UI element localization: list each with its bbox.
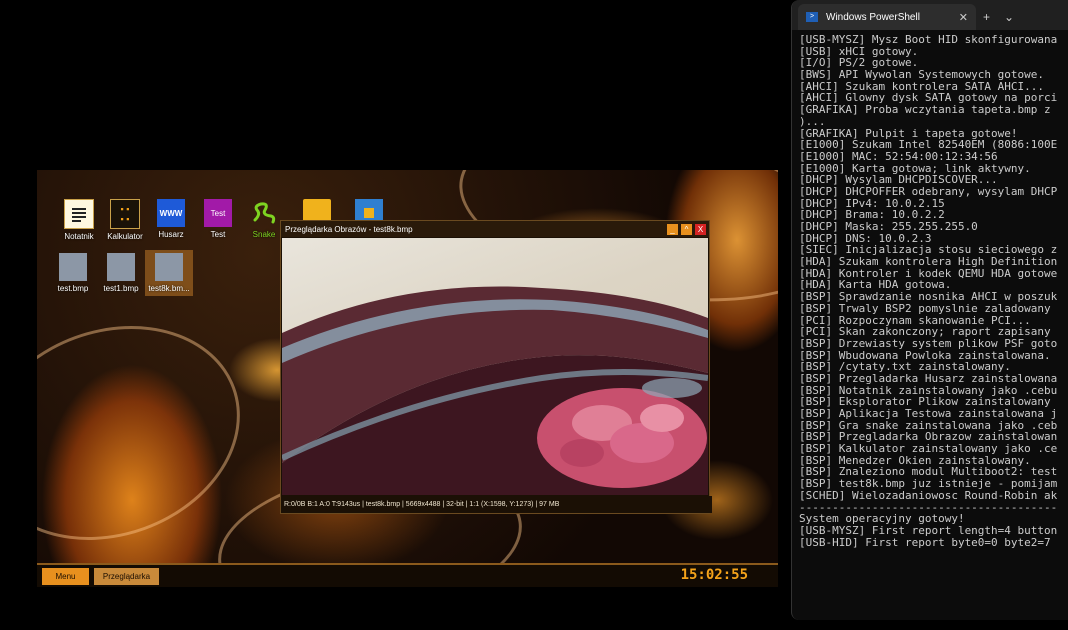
console-line: [BSP] Sprawdzanie nosnika AHCI w poszuk xyxy=(799,291,1058,303)
bmp-file-icon xyxy=(59,253,87,281)
desktop-icon-label: Test xyxy=(210,230,226,239)
test-app-icon: Test xyxy=(204,199,232,227)
test-glyph: Test xyxy=(210,208,226,218)
console-line: [GRAFIKA] Proba wczytania tapeta.bmp z xyxy=(799,104,1051,116)
new-tab-button[interactable]: + xyxy=(976,4,997,30)
console-line: [BSP] Przegladarka Obrazow zainstalowan xyxy=(799,431,1058,444)
console-line: [DHCP] DHCPOFFER odebrany, wysylam DHCP xyxy=(799,185,1058,198)
desktop-icon-test-bmp[interactable]: test.bmp xyxy=(49,253,97,293)
image-canvas[interactable] xyxy=(282,238,708,495)
console-line: [DHCP] Wysylam DHCPDISCOVER... xyxy=(799,174,998,186)
notepad-icon xyxy=(64,199,94,229)
desktop-icon-label: Notatnik xyxy=(64,232,94,241)
console-line: [BSP] Kalkulator zainstalowany jako .ce xyxy=(799,443,1058,455)
tab-dropdown-icon[interactable]: ⌄ xyxy=(997,4,1021,30)
desktop-icon-label: Husarz xyxy=(158,230,184,239)
console-output[interactable]: [USB-MYSZ] Mysz Boot HID skonfigurowana[… xyxy=(792,30,1068,548)
console-line: )... xyxy=(799,115,826,128)
window-title: Przeglądarka Obrazów - test8k.bmp xyxy=(285,224,413,234)
console-line: [DHCP] Brama: 10.0.2.2 xyxy=(799,209,945,221)
console-line: [SCHED] Wielozadaniowosc Round-Robin ak xyxy=(799,489,1058,502)
desktop-icon-husarz[interactable]: WWW Husarz xyxy=(147,199,195,239)
console-line: [USB] xHCI gotowy. xyxy=(799,45,919,58)
snake-icon xyxy=(250,199,278,227)
console-line: [BSP] Aplikacja Testowa zainstalowana j xyxy=(799,408,1058,420)
console-line: [USB-MYSZ] First report length=4 button xyxy=(799,524,1058,537)
console-line: [BSP] Trwaly BSP2 pomyslnie zaladowany xyxy=(799,302,1051,315)
tab-title: Windows PowerShell xyxy=(826,11,920,23)
desktop-icon-label: test1.bmp xyxy=(103,284,139,293)
calculator-icon: ▪ ▪ ▪ ▪ xyxy=(110,199,140,229)
husarz-glyph: WWW xyxy=(159,208,183,218)
menu-button[interactable]: Menu xyxy=(42,568,89,585)
desktop-icon-test[interactable]: Test Test xyxy=(194,199,242,239)
console-line: [PCI] Skan zakonczony; raport zapisany xyxy=(799,326,1051,338)
console-line: [BSP] Wbudowana Powloka zainstalowana. xyxy=(799,349,1051,362)
console-line: System operacyjny gotowy! xyxy=(799,513,965,525)
console-line: [USB-MYSZ] Mysz Boot HID skonfigurowana xyxy=(799,34,1058,46)
console-line: --------------------------------------- xyxy=(799,501,1058,514)
close-button[interactable]: X xyxy=(695,223,706,235)
console-line: [DHCP] Maska: 255.255.255.0 xyxy=(799,221,978,233)
close-tab-icon[interactable]: ✕ xyxy=(959,11,968,24)
console-line: [DHCP] IPv4: 10.0.2.15 xyxy=(799,197,945,210)
console-line: [BSP] Notatnik zainstalowany jako .cebu xyxy=(799,384,1058,397)
console-line: [HDA] Karta HDA gotowa. xyxy=(799,279,952,292)
powershell-icon: > xyxy=(806,12,818,22)
vm-desktop: Notatnik ▪ ▪ ▪ ▪ Kalkulator WWW Husarz Te… xyxy=(37,170,778,587)
window-titlebar[interactable]: Przeglądarka Obrazów - test8k.bmp _ ^ X xyxy=(281,221,709,237)
console-line: [BSP] Drzewiasty system plikow PSF goto xyxy=(799,337,1058,350)
husarz-icon: WWW xyxy=(157,199,185,227)
desktop-icon-test1-bmp[interactable]: test1.bmp xyxy=(97,253,145,293)
desktop-icon-kalkulator[interactable]: ▪ ▪ ▪ ▪ Kalkulator xyxy=(101,199,149,241)
console-line: [I/O] PS/2 gotowe. xyxy=(799,57,919,70)
console-line: [BSP] Gra snake zainstalowana jako .ceb xyxy=(799,419,1058,432)
desktop-icon-test8k-bmp[interactable]: test8k.bm... xyxy=(145,250,193,296)
console-line: [BSP] Eksplorator Plikow zainstalowany xyxy=(799,396,1051,408)
bmp-file-icon xyxy=(155,253,183,281)
console-line: [GRAFIKA] Pulpit i tapeta gotowe! xyxy=(799,127,1018,140)
console-line: [BSP] Menedzer Okien zainstalowany. xyxy=(799,454,1031,467)
console-line: [DHCP] DNS: 10.0.2.3 xyxy=(799,232,932,245)
bmp-file-icon xyxy=(107,253,135,281)
image-viewer-window[interactable]: Przeglądarka Obrazów - test8k.bmp _ ^ X … xyxy=(280,220,712,514)
minimize-button[interactable]: _ xyxy=(667,223,678,235)
console-line: [BSP] /cytaty.txt zainstalowany. xyxy=(799,361,1011,373)
console-line: [E1000] Karta gotowa; link aktywny. xyxy=(799,162,1031,175)
console-line: [BSP] Przegladarka Husarz zainstalowana xyxy=(799,372,1058,385)
desktop-icon-label: test8k.bm... xyxy=(148,284,190,293)
console-line: [AHCI] Glowny dysk SATA gotowy na porci xyxy=(799,92,1058,105)
console-line: [E1000] MAC: 52:54:00:12:34:56 xyxy=(799,150,998,163)
taskbar: Menu Przeglądarka 15:02:55 xyxy=(37,563,778,587)
console-line: [USB-HID] First report byte0=0 byte2=7 xyxy=(799,536,1051,549)
console-line: [BSP] Znaleziono modul Multiboot2: test xyxy=(799,466,1058,479)
displayed-image xyxy=(282,286,708,495)
tab-bar: > Windows PowerShell ✕ + ⌄ xyxy=(792,0,1068,30)
desktop-icon-label: test.bmp xyxy=(57,284,89,293)
powershell-window[interactable]: > Windows PowerShell ✕ + ⌄ [USB-MYSZ] My… xyxy=(791,0,1068,620)
console-line: [AHCI] Szukam kontrolera SATA AHCI... xyxy=(799,80,1045,93)
tab-powershell[interactable]: > Windows PowerShell ✕ xyxy=(798,4,976,30)
console-line: [SIEC] Inicjalizacja stosu sieciowego z xyxy=(799,244,1058,257)
console-line: [HDA] Kontroler i kodek QEMU HDA gotowe xyxy=(799,267,1058,280)
maximize-button[interactable]: ^ xyxy=(681,223,692,235)
desktop-icon-notatnik[interactable]: Notatnik xyxy=(55,199,103,241)
console-line: [BSP] test8k.bmp juz istnieje - pomijam xyxy=(799,478,1058,490)
console-line: [BWS] API Wywolan Systemowych gotowe. xyxy=(799,69,1045,81)
console-line: [PCI] Rozpoczynam skanowanie PCI... xyxy=(799,314,1031,327)
console-line: [HDA] Szukam kontrolera High Definition xyxy=(799,256,1058,268)
taskbar-app-przegladarka[interactable]: Przeglądarka xyxy=(94,568,159,585)
status-bar: R:0/0B B:1 A:0 T:9143us | test8k.bmp | 5… xyxy=(281,496,712,513)
clock: 15:02:55 xyxy=(680,567,748,583)
console-line: [E1000] Szukam Intel 82540EM (8086:100E xyxy=(799,139,1058,151)
desktop-icon-label: Kalkulator xyxy=(107,232,143,241)
